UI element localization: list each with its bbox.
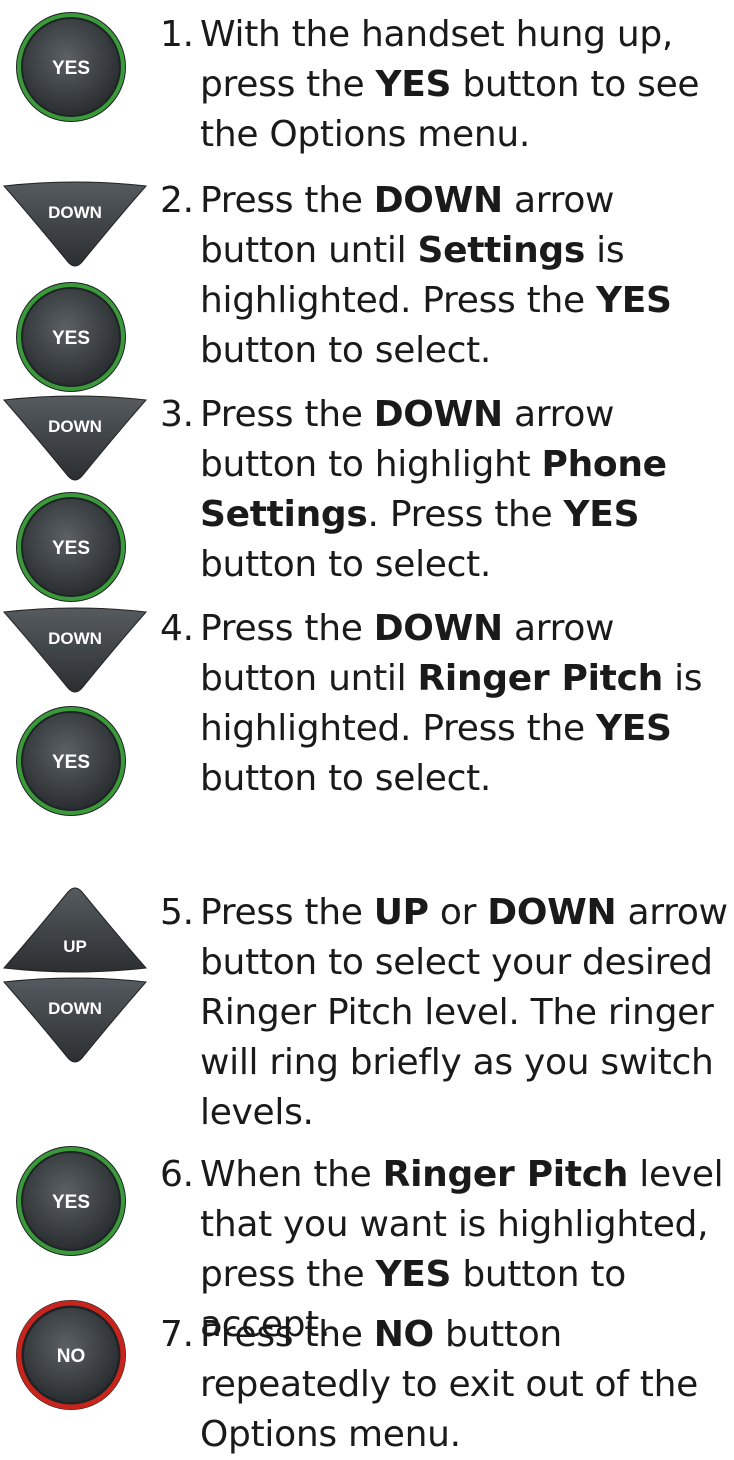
up-label: UP (63, 937, 87, 956)
yes-button-icon: YES (16, 1146, 126, 1256)
yes-button-icon: YES (16, 282, 126, 392)
down-arrow-button-icon: DOWN (2, 977, 148, 1063)
step-text: 7. Press the NO button repeatedly to exit… (160, 1314, 698, 1455)
yes-label: YES (52, 1192, 90, 1213)
step-text: 1. With the handset hung up, press the YE… (160, 14, 700, 155)
down-arrow-button-icon: DOWN (2, 181, 148, 267)
no-button-icon: NO (16, 1300, 126, 1410)
down-arrow-button-icon: DOWN (2, 607, 148, 693)
down-label: DOWN (48, 203, 102, 222)
yes-button-icon: YES (16, 492, 126, 602)
no-label: NO (57, 1346, 86, 1367)
step-text: 5. Press the UP or DOWN arrow button to s… (160, 892, 728, 1133)
down-label: DOWN (48, 629, 102, 648)
step-text: 4. Press the DOWN arrow button until Ring… (160, 608, 703, 799)
yes-label: YES (52, 58, 90, 79)
down-arrow-button-icon: DOWN (2, 395, 148, 481)
down-label: DOWN (48, 999, 102, 1018)
up-arrow-button-icon: UP (2, 887, 148, 973)
yes-button-icon: YES (16, 706, 126, 816)
down-label: DOWN (48, 417, 102, 436)
step-text: 3. Press the DOWN arrow button to highlig… (160, 394, 667, 585)
yes-label: YES (52, 328, 90, 349)
yes-label: YES (52, 752, 90, 773)
step-text: 2. Press the DOWN arrow button until Sett… (160, 180, 672, 371)
yes-button-icon: YES (16, 12, 126, 122)
yes-label: YES (52, 538, 90, 559)
